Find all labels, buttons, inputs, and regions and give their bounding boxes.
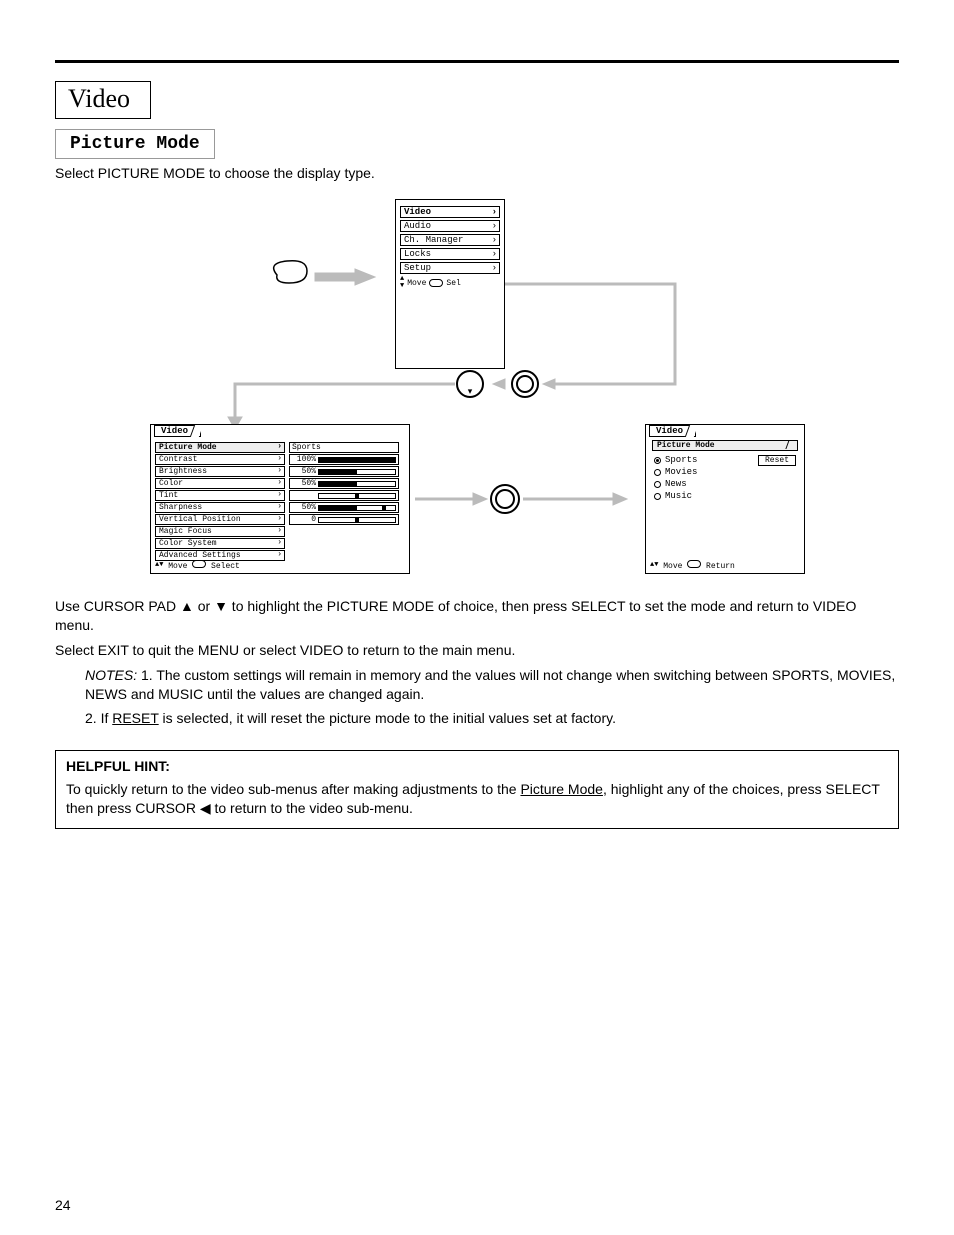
detail-value: 50% (289, 478, 399, 489)
main-menu-hint: ▲▼ Move Sel (400, 276, 500, 290)
detail-value: 100% (289, 454, 399, 465)
detail-value: 50% (289, 502, 399, 513)
detail-hint: ▲▼ Move Select (155, 560, 240, 571)
main-menu-item[interactable]: Ch. Manager› (400, 234, 500, 246)
main-menu-item[interactable]: Audio› (400, 220, 500, 232)
intro-text: Select PICTURE MODE to choose the displa… (55, 165, 899, 181)
radio-icon (654, 457, 661, 464)
main-menu-item[interactable]: Setup› (400, 262, 500, 274)
radio-icon (654, 469, 661, 476)
detail-value: Sports (289, 442, 399, 453)
picture-mode-option[interactable]: Music (654, 491, 796, 501)
instruction-steps: Use CURSOR PAD ▲ or ▼ to highlight the P… (55, 597, 899, 728)
detail-item[interactable]: Sharpness› (155, 502, 285, 513)
detail-item[interactable]: Tint› (155, 490, 285, 501)
detail-item[interactable]: Magic Focus› (155, 526, 285, 537)
note-1: 1. The custom settings will remain in me… (85, 667, 895, 702)
detail-value (289, 490, 399, 501)
reset-button[interactable]: Reset (758, 455, 796, 466)
detail-item[interactable]: Contrast› (155, 454, 285, 465)
main-menu-item[interactable]: Locks› (400, 248, 500, 260)
svg-text:▾: ▾ (468, 386, 473, 396)
picture-mode-option[interactable]: Movies (654, 467, 796, 477)
detail-item[interactable]: Picture Mode› (155, 442, 285, 453)
picture-mode-option[interactable]: News (654, 479, 796, 489)
osd-video-detail: Video Picture Mode› Contrast› Brightness… (150, 424, 410, 574)
submenu-hint: ▲▼ Move Return (650, 560, 735, 571)
flow-diagram: ▾ Video› Audio› Ch. Manager› Locks› Setu… (55, 189, 899, 589)
detail-item[interactable]: Color› (155, 478, 285, 489)
detail-value: 0 (289, 514, 399, 525)
step-2: Select EXIT to quit the MENU or select V… (55, 641, 899, 660)
note-2: 2. If RESET is selected, it will reset t… (85, 709, 899, 728)
step-1: Use CURSOR PAD ▲ or ▼ to highlight the P… (55, 597, 899, 635)
detail-item[interactable]: Vertical Position› (155, 514, 285, 525)
osd-tab: Video (154, 425, 201, 437)
osd-main-menu: Video› Audio› Ch. Manager› Locks› Setup›… (395, 199, 505, 369)
osd-picture-mode-submenu: Video Picture Mode Reset Sports Movies N… (645, 424, 805, 574)
tip-title: HELPFUL HINT: (66, 757, 888, 776)
radio-icon (654, 493, 661, 500)
top-divider (55, 60, 899, 63)
section-title: Video (55, 81, 151, 119)
page-number: 24 (55, 1197, 71, 1213)
subsection-title: Picture Mode (55, 129, 215, 159)
main-menu-item[interactable]: Video› (400, 206, 500, 218)
helpful-hint-box: HELPFUL HINT: To quickly return to the v… (55, 750, 899, 829)
osd-subtitle: Picture Mode (652, 440, 798, 451)
notes-label: NOTES: (85, 667, 137, 683)
osd-tab: Video (649, 425, 696, 437)
tip-body: To quickly return to the video sub-menus… (66, 780, 888, 818)
detail-item[interactable]: Color System› (155, 538, 285, 549)
detail-value: 50% (289, 466, 399, 477)
radio-icon (654, 481, 661, 488)
detail-item[interactable]: Brightness› (155, 466, 285, 477)
